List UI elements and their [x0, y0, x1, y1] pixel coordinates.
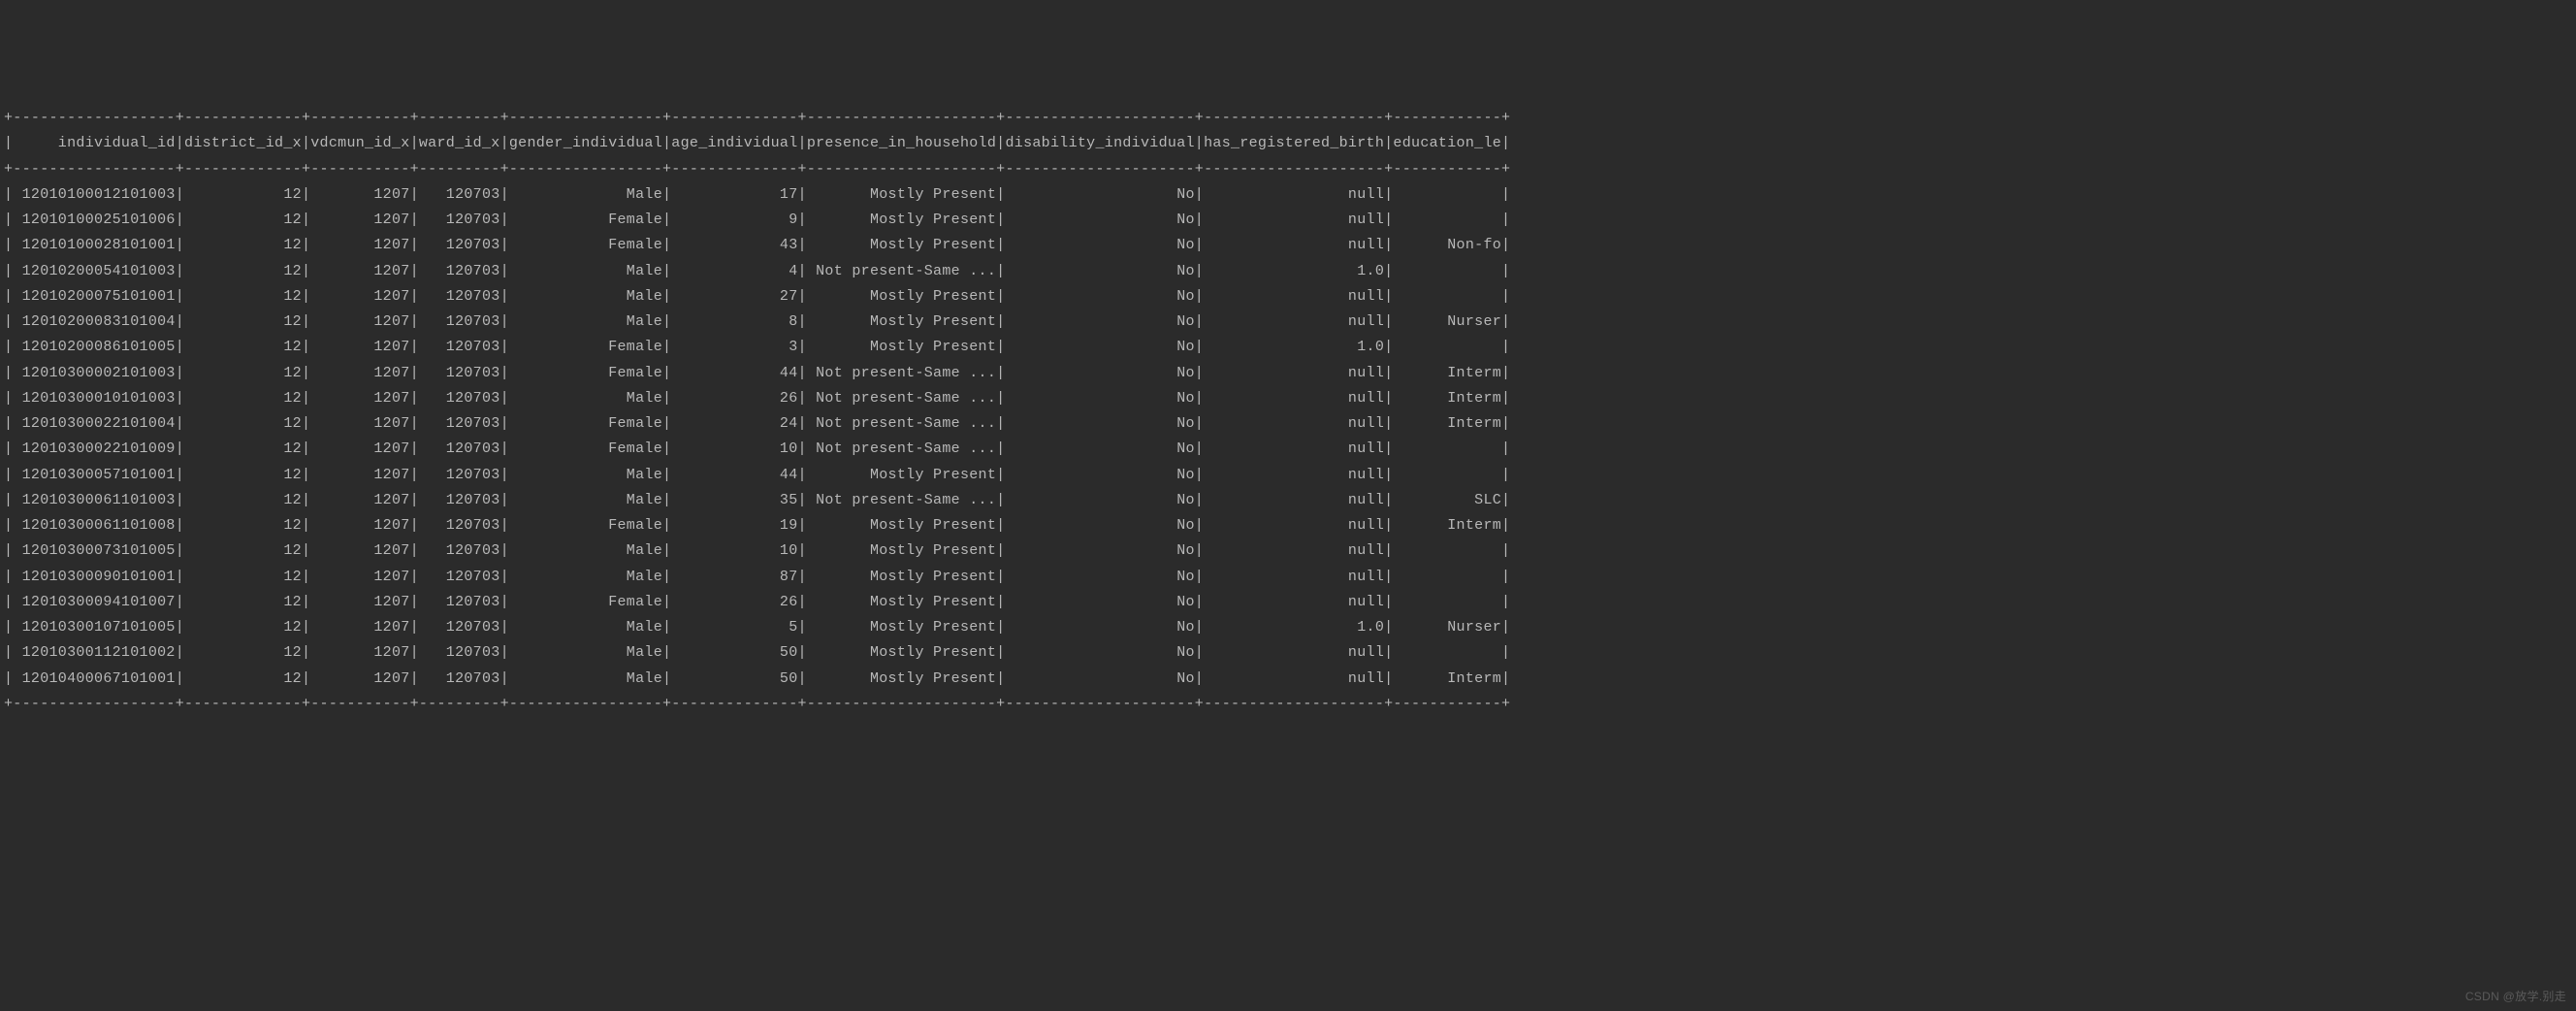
ascii-table: +------------------+-------------+------…	[4, 106, 2572, 717]
watermark: CSDN @放学.别走	[2465, 987, 2566, 1007]
